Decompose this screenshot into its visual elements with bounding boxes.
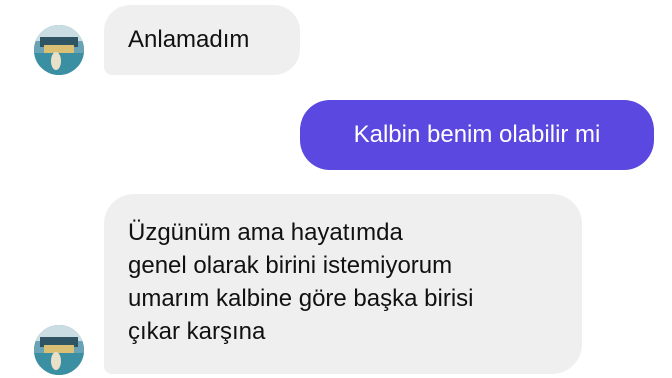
message-bubble-incoming: Anlamadım — [104, 5, 300, 75]
contact-avatar[interactable] — [34, 325, 84, 375]
contact-avatar[interactable] — [34, 25, 84, 75]
message-bubble-outgoing: Kalbin benim olabilir mi — [300, 100, 654, 170]
avatar-photo-icon — [34, 25, 84, 75]
chat-thread: Anlamadım Kalbin benim olabilir mi Üzgün… — [0, 0, 672, 378]
avatar-photo-icon — [34, 325, 84, 375]
message-bubble-incoming: Üzgünüm ama hayatımda genel olarak birin… — [104, 194, 582, 374]
